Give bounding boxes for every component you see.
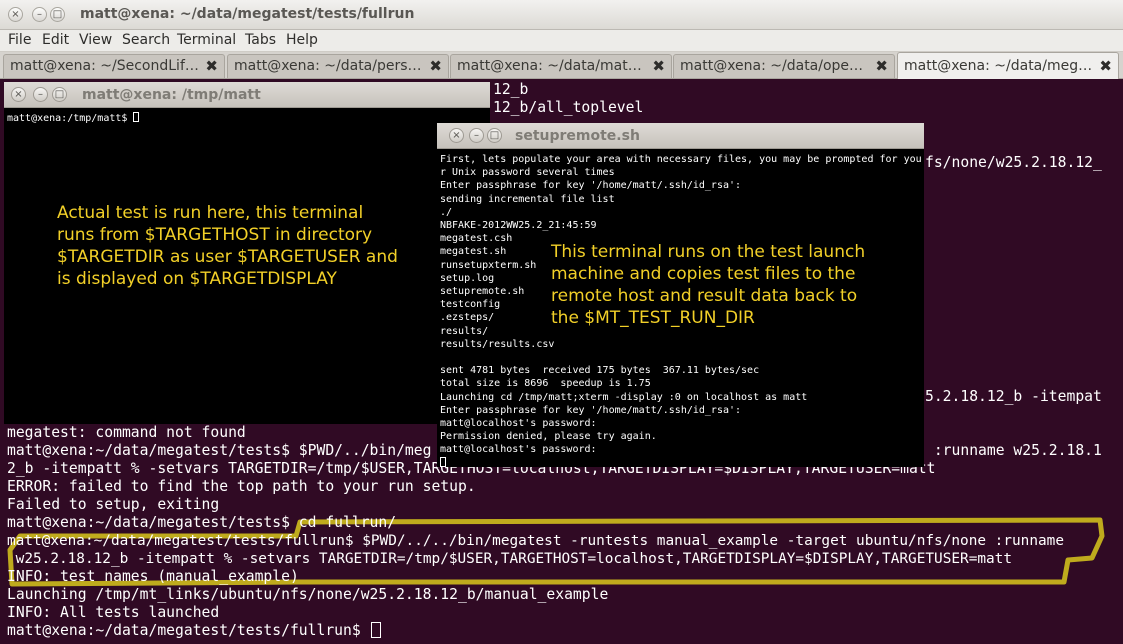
maximize-window-button[interactable]: □ xyxy=(50,7,65,22)
setupremote-line: Permission denied, please try again. xyxy=(440,431,657,443)
xterm-prompt-line: matt@xena:/tmp/matt$ xyxy=(7,112,140,125)
terminal-line: matt@xena:~/data/megatest/tests$ $PWD/..… xyxy=(7,442,432,459)
menu-terminal[interactable]: Terminal xyxy=(177,32,236,48)
menu-view[interactable]: View xyxy=(79,32,112,48)
setupremote-line: total size is 8696 speedup is 1.75 xyxy=(440,378,651,390)
tab-data-matt[interactable]: matt@xena: ~/data/matt… ✖ xyxy=(450,54,672,78)
setupremote-line: setupremote.sh xyxy=(440,286,525,297)
setupremote-cursor xyxy=(440,456,446,467)
setupremote-minimize-button[interactable]: – xyxy=(469,128,484,143)
setupremote-line: runsetupxterm.sh xyxy=(440,259,537,271)
xterm-close-button[interactable]: × xyxy=(11,87,26,102)
terminal-line: 12_b xyxy=(493,81,529,98)
setupremote-line: matt@localhost's password: xyxy=(440,444,597,456)
tab-data-open[interactable]: matt@xena: ~/data/open… ✖ xyxy=(673,54,895,78)
setupremote-title-bar: × – □ setupremote.sh xyxy=(437,123,924,149)
tab-label: matt@xena: ~/data/open… xyxy=(680,58,870,74)
tab-label: matt@xena: ~/data/matt… xyxy=(457,58,647,74)
tab-data-megatest-active[interactable]: matt@xena: ~/data/mega… ✖ xyxy=(897,52,1119,79)
setupremote-line: results/results.csv xyxy=(440,338,555,350)
setupremote-line: Launching cd /tmp/matt;xterm -display :0… xyxy=(440,391,808,403)
setupremote-cursor-line xyxy=(440,456,446,470)
setupremote-title: setupremote.sh xyxy=(515,128,640,144)
terminal-line: fs/none/w25.2.18.12_ xyxy=(925,154,1102,171)
tab-label: matt@xena: ~/SecondLif… xyxy=(10,58,199,74)
terminal-line: ERROR: failed to find the top path to yo… xyxy=(7,478,476,495)
setupremote-line: r Unix password several times xyxy=(440,167,615,179)
setupremote-line: NBFAKE-2012WW25.2_21:45:59 xyxy=(440,220,597,231)
terminal-line: INFO: test names (manual_example) xyxy=(7,568,299,585)
terminal-cursor xyxy=(370,622,381,638)
tab-close-icon[interactable]: ✖ xyxy=(205,57,218,75)
menu-tabs[interactable]: Tabs xyxy=(245,32,276,48)
tab-close-icon[interactable]: ✖ xyxy=(875,57,888,75)
setupremote-line: megatest.sh xyxy=(440,246,507,258)
xterm-minimize-button[interactable]: – xyxy=(33,87,48,102)
terminal-line: matt@xena:~/data/megatest/tests/fullrun$… xyxy=(7,533,1064,549)
setupremote-line: sending incremental file list xyxy=(440,193,615,205)
tab-bar: matt@xena: ~/SecondLif… ✖ matt@xena: ~/d… xyxy=(0,52,1123,79)
menu-edit[interactable]: Edit xyxy=(42,32,69,48)
menu-help[interactable]: Help xyxy=(286,32,318,48)
xterm-window[interactable]: × – □ matt@xena: /tmp/matt matt@xena:/tm… xyxy=(4,82,490,424)
setupremote-line: Enter passphrase for key '/home/matt/.ss… xyxy=(440,404,742,416)
terminal-line: 12_b/all_toplevel xyxy=(493,99,644,116)
terminal-line: 5.2.18.12_b -itempat xyxy=(925,388,1102,405)
menu-search[interactable]: Search xyxy=(122,32,170,48)
tab-close-icon[interactable]: ✖ xyxy=(1099,57,1112,75)
setupremote-maximize-button[interactable]: □ xyxy=(487,128,502,143)
window-title: matt@xena: ~/data/megatest/tests/fullrun xyxy=(80,6,415,22)
terminal-line: INFO: All tests launched xyxy=(7,604,220,621)
setupremote-line: setup.log xyxy=(440,272,495,284)
setupremote-line: First, lets populate your area with nece… xyxy=(440,154,922,165)
setupremote-close-button[interactable]: × xyxy=(449,128,464,143)
tab-label: matt@xena: ~/data/pers… xyxy=(234,58,422,74)
menu-bar: File Edit View Search Terminal Tabs Help xyxy=(0,30,1123,52)
setupremote-annotation: This terminal runs on the test launch ma… xyxy=(551,242,866,328)
title-bar: × – □ matt@xena: ~/data/megatest/tests/f… xyxy=(0,0,1123,30)
terminal-prompt-line: matt@xena:~/data/megatest/tests/fullrun$ xyxy=(7,622,381,640)
xterm-annotation: Actual test is run here, this terminal r… xyxy=(57,203,398,289)
minimize-window-button[interactable]: – xyxy=(32,7,47,22)
tab-close-icon[interactable]: ✖ xyxy=(429,57,442,75)
tab-label: matt@xena: ~/data/mega… xyxy=(904,58,1094,74)
tab-close-icon[interactable]: ✖ xyxy=(652,57,665,75)
xterm-prompt: matt@xena:/tmp/matt$ xyxy=(7,113,134,124)
xterm-title-bar: × – □ matt@xena: /tmp/matt xyxy=(4,82,490,108)
terminal-line: Failed to setup, exiting xyxy=(7,496,220,513)
setupremote-line: matt@localhost's password: xyxy=(440,418,597,429)
setupremote-line: testconfig xyxy=(440,299,501,311)
xterm-title: matt@xena: /tmp/matt xyxy=(82,87,261,103)
setupremote-line: megatest.csh xyxy=(440,233,513,245)
setupremote-window[interactable]: × – □ setupremote.sh First, lets populat… xyxy=(437,123,924,467)
setupremote-line: Enter passphrase for key '/home/matt/.ss… xyxy=(440,180,742,192)
terminal-prompt: matt@xena:~/data/megatest/tests/fullrun$ xyxy=(7,622,370,639)
terminal-line: matt@xena:~/data/megatest/tests$ cd full… xyxy=(7,514,397,531)
setupremote-line: ./ xyxy=(440,206,453,218)
terminal-line: megatest: command not found xyxy=(7,424,246,441)
terminal-line: w25.2.18.12_b -itempatt % -setvars TARGE… xyxy=(7,551,1013,567)
tab-secondlife[interactable]: matt@xena: ~/SecondLif… ✖ xyxy=(3,54,225,78)
setupremote-line: sent 4781 bytes received 175 bytes 367.1… xyxy=(440,365,760,377)
xterm-cursor xyxy=(133,112,140,122)
xterm-maximize-button[interactable]: □ xyxy=(52,87,67,102)
menu-file[interactable]: File xyxy=(8,32,31,48)
terminal-line: Launching /tmp/mt_links/ubuntu/nfs/none/… xyxy=(7,586,609,603)
terminal-line: :runname w25.2.18.1 xyxy=(925,442,1102,459)
close-window-button[interactable]: × xyxy=(8,7,23,22)
setupremote-line: .ezsteps/ xyxy=(440,312,495,324)
setupremote-line: results/ xyxy=(440,325,489,337)
tab-data-pers[interactable]: matt@xena: ~/data/pers… ✖ xyxy=(227,54,449,78)
